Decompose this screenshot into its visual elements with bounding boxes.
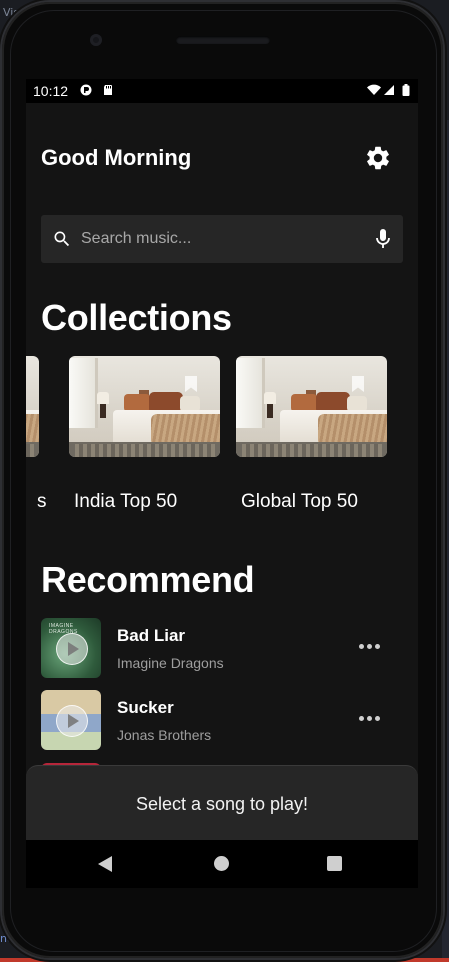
player-message: Select a song to play!: [135, 794, 309, 814]
song-item-sucker[interactable]: Sucker Jonas Brothers: [41, 690, 403, 752]
song-artist: Imagine Dragons: [117, 655, 224, 671]
recommend-title: Recommend: [41, 559, 255, 600]
collection-card-india-top-50[interactable]: [69, 356, 220, 457]
collection-label-global-top-50: Global Top 50: [241, 491, 358, 512]
collection-cover-image: [26, 356, 39, 457]
battery-icon: [402, 84, 410, 96]
collection-cover-image: [69, 356, 220, 457]
album-art: [41, 690, 101, 750]
album-art: IMAGINE DRAGONS: [41, 618, 101, 678]
more-horizontal-icon[interactable]: [359, 644, 383, 652]
gear-icon[interactable]: [364, 144, 392, 172]
song-title: Sucker: [117, 698, 174, 717]
front-camera: [90, 34, 102, 46]
host-side-panel: [442, 120, 449, 960]
status-bar: 10:12: [26, 79, 418, 103]
cell-signal-icon: [384, 85, 394, 95]
sd-card-icon: [104, 85, 112, 95]
recents-square-icon[interactable]: [327, 856, 342, 871]
host-status-bar: [0, 958, 449, 962]
collection-label-india-top-50: India Top 50: [74, 491, 178, 512]
collection-card[interactable]: [26, 356, 39, 457]
play-icon[interactable]: [56, 633, 88, 665]
collections-title: Collections: [41, 297, 232, 338]
microphone-icon[interactable]: [374, 228, 392, 250]
search-bar[interactable]: Search music...: [41, 215, 403, 263]
collection-card-global-top-50[interactable]: [236, 356, 387, 457]
search-icon: [54, 231, 70, 247]
collection-cover-image: [236, 356, 387, 457]
status-time: 10:12: [33, 83, 69, 99]
page-title: Good Morning: [41, 145, 192, 170]
home-circle-icon[interactable]: [214, 856, 229, 871]
song-artist: Jonas Brothers: [117, 727, 212, 743]
song-item-bad-liar[interactable]: IMAGINE DRAGONS Bad Liar Imagine Dragons: [41, 618, 403, 680]
system-nav-bar: [26, 840, 418, 888]
more-horizontal-icon[interactable]: [359, 716, 383, 724]
app-notification-icon: [80, 84, 92, 96]
earpiece-speaker: [176, 36, 270, 44]
app-screen: 10:12 Good Morning Search music... Colle…: [26, 79, 418, 840]
now-playing-sheet[interactable]: Select a song to play!: [26, 765, 418, 840]
search-input[interactable]: Search music...: [81, 230, 191, 248]
song-title: Bad Liar: [117, 626, 186, 645]
collection-label: s: [37, 491, 47, 512]
wifi-icon: [367, 84, 381, 95]
play-icon[interactable]: [56, 705, 88, 737]
back-triangle-icon[interactable]: [98, 856, 112, 872]
